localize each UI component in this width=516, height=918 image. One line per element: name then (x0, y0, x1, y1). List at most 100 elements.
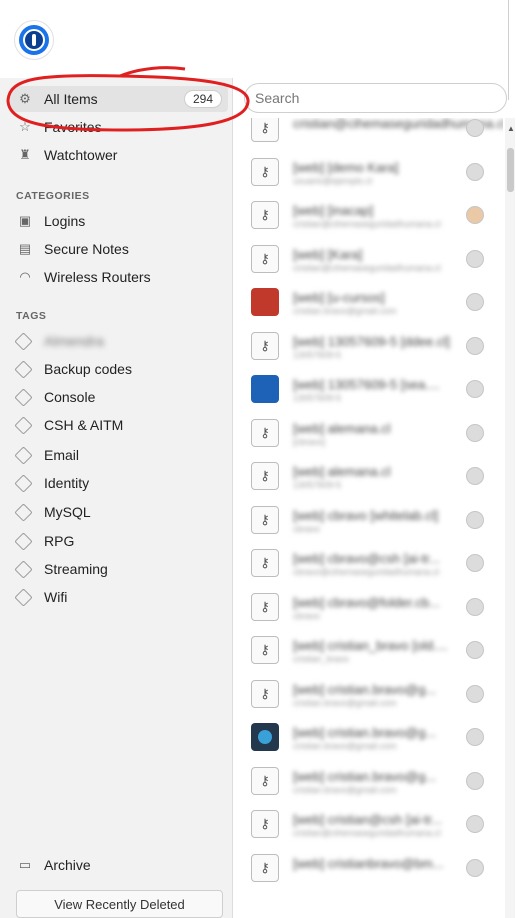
item-title: [web] cbravo@folder.cb... (293, 594, 440, 610)
archive-label: Archive (44, 857, 91, 873)
logins-label: Logins (44, 213, 86, 229)
list-item[interactable]: ⚷ [web] alemana.cl 13057609-5 (233, 454, 503, 496)
sidebar-tag-email[interactable]: Email (16, 442, 224, 468)
vault-badge-icon (466, 249, 484, 268)
vault-badge-icon (466, 815, 484, 833)
list-item[interactable]: ⚷ [web] cristianbravo@bm... (233, 846, 503, 888)
list-item[interactable]: ⚷ [web] cristian@csh [ai-tr... cristian@ci… (233, 802, 503, 844)
scrollbar-thumb[interactable] (507, 148, 514, 192)
item-favicon-icon (251, 375, 279, 403)
item-subtitle: cristian@cihemaseguridadhumana.cl (293, 262, 441, 273)
tag-icon (16, 588, 34, 606)
item-title: [web] cristianbravo@bm... (293, 855, 444, 871)
tag-label: Backup codes (44, 361, 132, 377)
list-item[interactable]: ⚷ [web] alemana.cl [cbravo] (233, 411, 503, 453)
scrollbar-track[interactable] (505, 118, 515, 918)
item-title: [web] [inacap] (293, 203, 374, 218)
list-item[interactable]: ⚷ [web] cristian.bravo@g... cristian.bravo… (233, 759, 503, 801)
item-title: [web] [Kara] (293, 246, 363, 262)
list-item[interactable]: ⚷ [web] [demo Kara] usuario@ejemplo.cl (233, 150, 503, 192)
key-icon: ⚷ (251, 636, 279, 664)
key-icon: ⚷ (251, 118, 279, 142)
item-title: [web] alemana.cl (293, 464, 391, 479)
vault-badge-icon (466, 771, 484, 790)
tag-label: CSH & AITM (44, 417, 124, 433)
item-title: [web] cristian_bravo [old.... (293, 638, 448, 653)
item-title: [web] 13057609-5 [sea.... (293, 377, 440, 392)
login-icon: ▣ (18, 213, 32, 228)
item-favicon-icon (251, 723, 279, 751)
item-title: [web] cristian.bravo@g... (293, 768, 437, 784)
list-item[interactable]: [web] 13057609-5 [sea.... 13057609-5 (233, 367, 503, 409)
sidebar-tag-backup-codes[interactable]: Backup codes (16, 356, 224, 382)
wifi-icon: ◠ (19, 269, 31, 284)
list-item[interactable]: ⚷ [web] cbravo@folder.cb... cbravo (233, 585, 503, 627)
sidebar-tag-almendra[interactable]: Almendra (16, 328, 224, 354)
list-item[interactable]: [web] [u-cursos] cristian.bravo@gmail.com (233, 280, 503, 322)
item-subtitle: cristian.bravo@gmail.com (293, 784, 397, 795)
sidebar-tag-csh-aitm[interactable]: CSH & AITM (16, 412, 224, 438)
sidebar-item-logins[interactable]: ▣ Logins (16, 208, 224, 234)
item-title: [web] cristian@csh [ai-tr... (293, 812, 443, 827)
item-subtitle: cristian@cihemaseguridadhumana.cl (293, 828, 441, 838)
tag-icon (16, 474, 34, 492)
sidebar-tag-rpg[interactable]: RPG (16, 528, 224, 554)
vault-badge-icon (466, 684, 484, 703)
note-icon: ▤ (18, 241, 32, 256)
vault-badge-icon (466, 380, 484, 398)
list-item[interactable]: ⚷ [web] cbravo [whitelab.cl] cbravo (233, 498, 503, 540)
categories-title: CATEGORIES (16, 190, 90, 202)
item-favicon-icon (251, 288, 279, 316)
sidebar-tag-wifi[interactable]: Wifi (16, 584, 224, 610)
sidebar: ⚙ All Items 294 ☆ Favorites ♜ Watchtower… (0, 78, 233, 918)
key-icon: ⚷ (251, 810, 279, 838)
item-list: ⚷ cristian@cihemaseguridadhumana.cl ⚷ [web]… (233, 118, 503, 918)
key-icon: ⚷ (251, 549, 279, 577)
list-item[interactable]: ⚷ [web] [Kara] cristian@cihemaseguridadhum… (233, 237, 503, 279)
key-icon: ⚷ (251, 462, 279, 490)
view-recently-deleted-button[interactable]: View Recently Deleted (16, 890, 223, 918)
item-title: [web] [demo Kara] (293, 159, 399, 175)
key-icon: ⚷ (251, 592, 279, 621)
key-icon: ⚷ (251, 853, 279, 882)
item-subtitle: cristian.bravo@gmail.com (293, 741, 397, 751)
list-item[interactable]: ⚷ [web] cristian_bravo [old.... cristian_b… (233, 628, 503, 670)
wireless-routers-label: Wireless Routers (44, 269, 151, 285)
item-subtitle: 13057609-5 (293, 349, 342, 360)
list-item[interactable]: ⚷ [web] cristian.bravo@g... cristian.bravo… (233, 672, 503, 714)
tag-label: Streaming (44, 561, 108, 577)
vault-badge-icon (466, 162, 484, 181)
sidebar-tag-identity[interactable]: Identity (16, 470, 224, 496)
sidebar-item-secure-notes[interactable]: ▤ Secure Notes (16, 236, 224, 262)
scroll-up-arrow-icon[interactable]: ▲ (507, 124, 515, 133)
tag-icon (16, 332, 34, 350)
tag-icon (16, 416, 34, 434)
sidebar-item-all-items[interactable]: ⚙ All Items 294 (10, 86, 228, 112)
sidebar-tag-console[interactable]: Console (16, 384, 224, 410)
sidebar-item-favorites[interactable]: ☆ Favorites (16, 114, 224, 140)
key-icon: ⚷ (251, 157, 279, 186)
key-icon: ⚷ (251, 418, 279, 447)
vault-badge-icon (466, 858, 484, 877)
sidebar-tag-streaming[interactable]: Streaming (16, 556, 224, 582)
grid-icon: ⚙ (19, 91, 31, 106)
item-subtitle: cristian.bravo@gmail.com (293, 306, 397, 316)
item-title: [web] 13057609-5 [ddee.cl] (293, 333, 450, 349)
list-item[interactable]: [web] cristian.bravo@g... cristian.bravo@… (233, 715, 503, 757)
sidebar-item-watchtower[interactable]: ♜ Watchtower (16, 142, 224, 168)
tag-icon (16, 388, 34, 406)
key-icon: ⚷ (251, 244, 279, 273)
vault-badge-icon (466, 597, 484, 616)
sidebar-item-archive[interactable]: ▭ Archive (16, 852, 224, 878)
secure-notes-label: Secure Notes (44, 241, 129, 257)
tag-label: RPG (44, 533, 75, 549)
vault-badge-icon (466, 641, 484, 659)
search-input[interactable]: Search (244, 83, 507, 113)
list-item[interactable]: ⚷ [web] [inacap] cristian@cihemaseguridadh… (233, 193, 503, 235)
sidebar-tag-mysql[interactable]: MySQL (16, 499, 224, 525)
list-item[interactable]: ⚷ [web] 13057609-5 [ddee.cl] 13057609-5 (233, 324, 503, 366)
star-icon: ☆ (19, 119, 31, 134)
list-item[interactable]: ⚷ [web] cbravo@csh [ai-tr... cbravo@cihema… (233, 541, 503, 583)
list-item[interactable]: ⚷ cristian@cihemaseguridadhumana.cl (233, 118, 503, 148)
sidebar-item-wireless-routers[interactable]: ◠ Wireless Routers (16, 264, 224, 290)
